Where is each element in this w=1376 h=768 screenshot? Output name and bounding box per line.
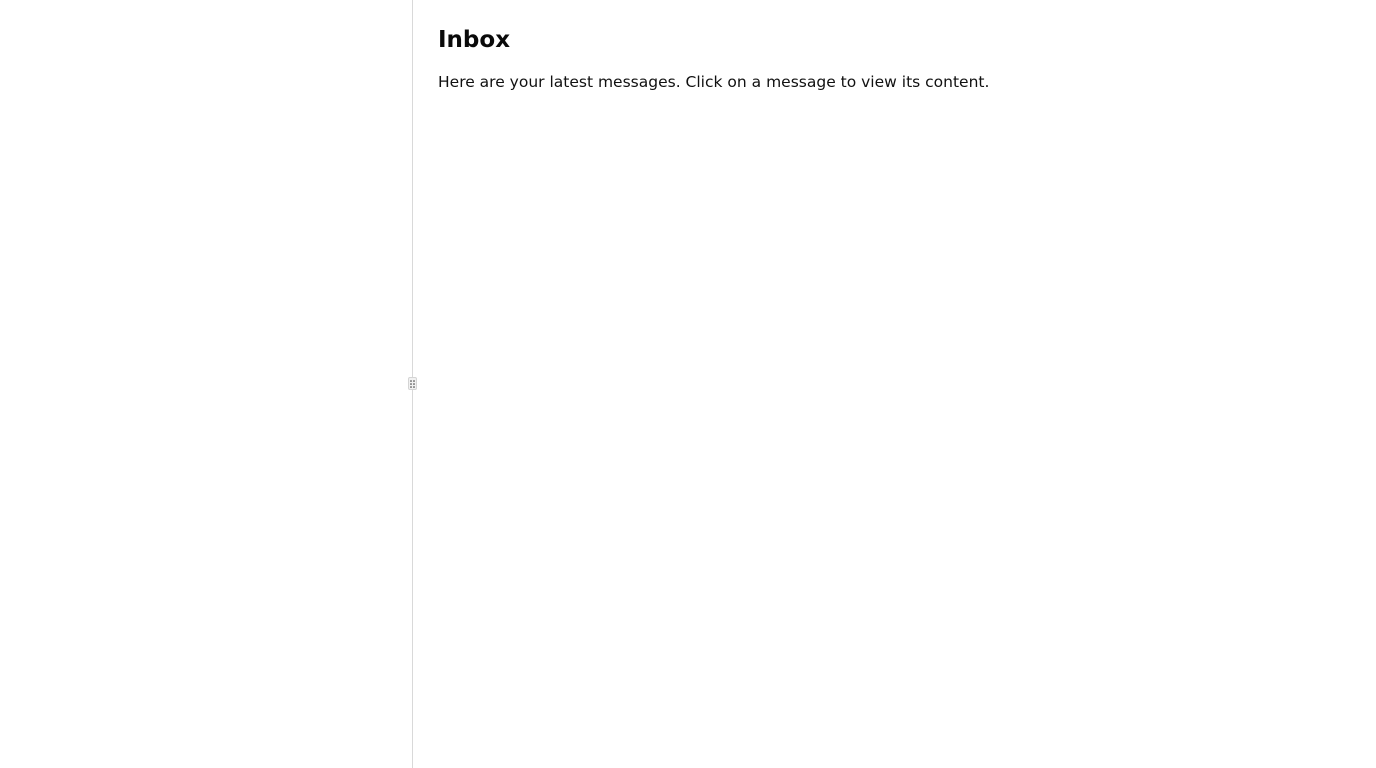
page-description: Here are your latest messages. Click on …	[438, 73, 990, 91]
page-title: Inbox	[438, 27, 511, 53]
panel-divider[interactable]	[408, 0, 417, 768]
app-window: Inbox Here are your latest messages. Cli…	[0, 0, 1376, 768]
sidebar-panel	[0, 0, 412, 768]
grip-vertical-icon	[410, 379, 415, 388]
main-content: Inbox Here are your latest messages. Cli…	[413, 0, 1376, 768]
resize-handle[interactable]	[408, 377, 417, 390]
